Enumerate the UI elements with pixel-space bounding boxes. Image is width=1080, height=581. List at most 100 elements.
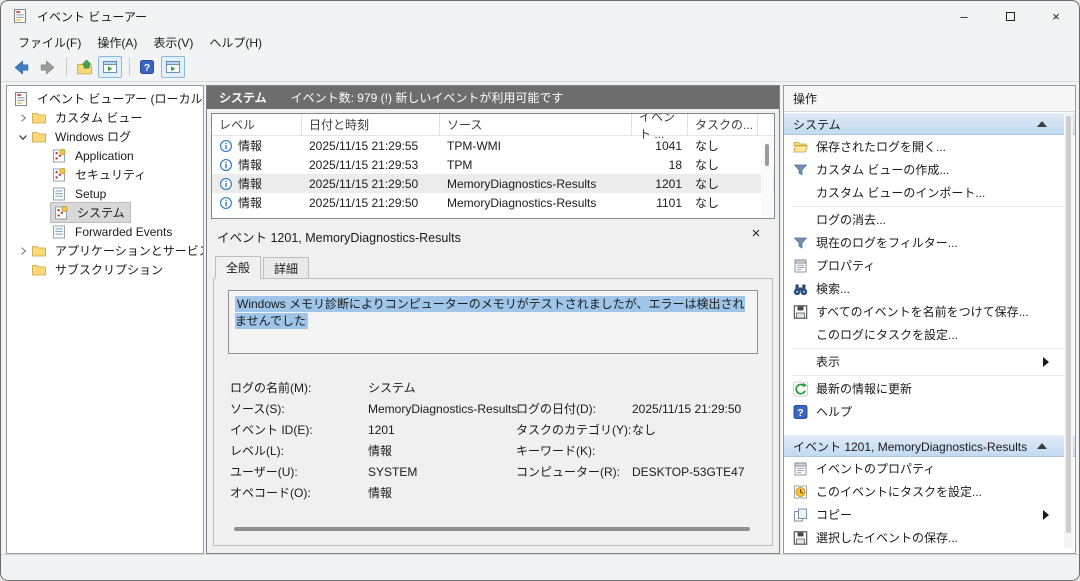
action-filter-current-log[interactable]: 現在のログをフィルター...	[784, 231, 1075, 254]
field-row: ソース(S): MemoryDiagnostics-Results ログの日付(…	[230, 398, 758, 419]
submenu-arrow-icon	[1043, 510, 1049, 520]
event-viewer-icon	[13, 91, 29, 107]
tree-item-root[interactable]: イベント ビューアー (ローカル)	[7, 89, 203, 108]
detail-horizontal-scrollbar[interactable]	[234, 527, 750, 531]
menu-help[interactable]: ヘルプ(H)	[201, 32, 270, 53]
tree-item-setup[interactable]: Setup	[7, 184, 203, 203]
column-header-level[interactable]: レベル	[212, 114, 302, 135]
tab-general[interactable]: 全般	[215, 256, 261, 279]
column-header-task[interactable]: タスクの...	[688, 114, 758, 135]
scrollbar-thumb[interactable]	[765, 144, 769, 166]
tree-item-subscriptions[interactable]: サブスクリプション	[7, 260, 203, 279]
toolbar	[1, 53, 1079, 82]
action-attach-task-to-log[interactable]: このログにタスクを設定...	[784, 323, 1075, 346]
field-label: キーワード(K):	[516, 442, 632, 459]
action-find[interactable]: 検索...	[784, 277, 1075, 300]
log-icon	[51, 186, 67, 202]
chevron-down-icon[interactable]	[15, 131, 31, 143]
event-row[interactable]: 情報 2025/11/15 21:29:55 TPM-WMI 1041 なし	[212, 136, 774, 155]
funnel-icon	[792, 235, 809, 251]
forward-button[interactable]	[35, 56, 59, 78]
tree-item-system[interactable]: システム	[7, 203, 203, 222]
folder-up-icon	[76, 59, 93, 76]
menu-file[interactable]: ファイル(F)	[10, 32, 89, 53]
tab-details[interactable]: 詳細	[263, 257, 309, 279]
column-header-event-id[interactable]: イベント ...	[632, 114, 688, 135]
status-bar	[1, 554, 1079, 581]
chevron-right-icon[interactable]	[15, 112, 31, 124]
action-import-custom-view[interactable]: カスタム ビューのインポート...	[784, 181, 1075, 204]
properties-sheet-icon	[792, 258, 809, 274]
event-row[interactable]: 情報 2025/11/15 21:29:53 TPM 18 なし	[212, 155, 774, 174]
folder-icon	[31, 262, 47, 278]
action-help[interactable]: ヘルプ	[784, 400, 1075, 423]
action-properties[interactable]: プロパティ	[784, 254, 1075, 277]
event-message-box[interactable]: Windows メモリ診断によりコンピューターのメモリがテストされましたが、エラ…	[228, 290, 758, 354]
action-event-properties[interactable]: イベントのプロパティ	[784, 457, 1075, 480]
action-refresh[interactable]: 最新の情報に更新	[784, 377, 1075, 400]
event-row[interactable]: 情報 2025/11/15 21:29:50 MemoryDiagnostics…	[212, 193, 774, 212]
collapse-arrow-icon	[1037, 121, 1047, 127]
floppy-icon	[792, 530, 809, 546]
field-value: DESKTOP-53GTE47	[632, 465, 758, 479]
action-pane-toggle-button[interactable]	[161, 56, 185, 78]
event-fields: ログの名前(M): システム ソース(S): MemoryDiagnostics…	[230, 377, 758, 503]
menu-action[interactable]: 操作(A)	[89, 32, 145, 53]
back-icon	[13, 59, 30, 76]
back-button[interactable]	[9, 56, 33, 78]
help-button[interactable]	[135, 56, 159, 78]
toolbar-separator	[66, 58, 67, 76]
log-icon	[51, 167, 67, 183]
chevron-right-icon[interactable]	[15, 245, 31, 257]
event-list-scrollbar[interactable]	[761, 138, 773, 216]
detail-card: Windows メモリ診断によりコンピューターのメモリがテストされましたが、エラ…	[213, 278, 773, 546]
close-button[interactable]: ×	[1033, 1, 1079, 31]
event-message-text: Windows メモリ診断によりコンピューターのメモリがテストされましたが、エラ…	[235, 296, 745, 329]
action-save-all-events[interactable]: すべてのイベントを名前をつけて保存...	[784, 300, 1075, 323]
toolbar-separator	[129, 58, 130, 76]
field-row: ユーザー(U): SYSTEM コンピューター(R): DESKTOP-53GT…	[230, 461, 758, 482]
field-label: イベント ID(E):	[230, 421, 368, 438]
window-title: イベント ビューアー	[37, 8, 147, 25]
collapse-arrow-icon	[1037, 443, 1047, 449]
action-create-custom-view[interactable]: カスタム ビューの作成...	[784, 158, 1075, 181]
column-header-datetime[interactable]: 日付と時刻	[302, 114, 440, 135]
up-level-button[interactable]	[72, 56, 96, 78]
action-clear-log[interactable]: ログの消去...	[784, 208, 1075, 231]
tree-item-app-services-logs[interactable]: アプリケーションとサービス ログ	[7, 241, 203, 260]
action-open-saved-log[interactable]: 保存されたログを開く...	[784, 135, 1075, 158]
tree-item-windows-logs[interactable]: Windows ログ	[7, 127, 203, 146]
console-tree-toggle-button[interactable]	[98, 56, 122, 78]
tree-item-forwarded-events[interactable]: Forwarded Events	[7, 222, 203, 241]
scrollbar-thumb[interactable]	[1066, 116, 1071, 533]
field-row: ログの名前(M): システム	[230, 377, 758, 398]
action-section-event[interactable]: イベント 1201, MemoryDiagnostics-Results	[784, 435, 1075, 457]
log-icon	[51, 224, 67, 240]
action-save-selected-events[interactable]: 選択したイベントの保存...	[784, 526, 1075, 549]
field-value: なし	[632, 421, 758, 438]
action-attach-task-to-event[interactable]: このイベントにタスクを設定...	[784, 480, 1075, 503]
event-row-selected[interactable]: 情報 2025/11/15 21:29:50 MemoryDiagnostics…	[212, 174, 774, 193]
forward-icon	[39, 59, 56, 76]
action-view[interactable]: 表示	[784, 350, 1075, 373]
action-section-system[interactable]: システム	[784, 113, 1075, 135]
action-pane-toggle-icon	[165, 59, 181, 75]
tree-item-custom-views[interactable]: カスタム ビュー	[7, 108, 203, 127]
column-header-source[interactable]: ソース	[440, 114, 632, 135]
funnel-icon	[792, 162, 809, 178]
event-table-header: レベル 日付と時刻 ソース イベント ... タスクの...	[212, 114, 774, 136]
minimize-button[interactable]: –	[941, 1, 987, 31]
action-copy[interactable]: コピー	[784, 503, 1075, 526]
info-icon	[219, 158, 233, 172]
app-icon	[12, 8, 28, 24]
field-value: システム	[368, 379, 516, 396]
action-pane-scrollbar[interactable]	[1064, 114, 1073, 548]
log-summary-bar: システム イベント数: 979 (!) 新しいイベントが利用可能です	[207, 86, 779, 109]
tree-item-application[interactable]: Application	[7, 146, 203, 165]
floppy-icon	[792, 304, 809, 320]
menu-bar: ファイル(F) 操作(A) 表示(V) ヘルプ(H)	[1, 31, 1079, 53]
maximize-button[interactable]	[987, 1, 1033, 31]
tree-item-security[interactable]: セキュリティ	[7, 165, 203, 184]
detail-close-button[interactable]: ×	[747, 224, 765, 242]
menu-view[interactable]: 表示(V)	[145, 32, 201, 53]
